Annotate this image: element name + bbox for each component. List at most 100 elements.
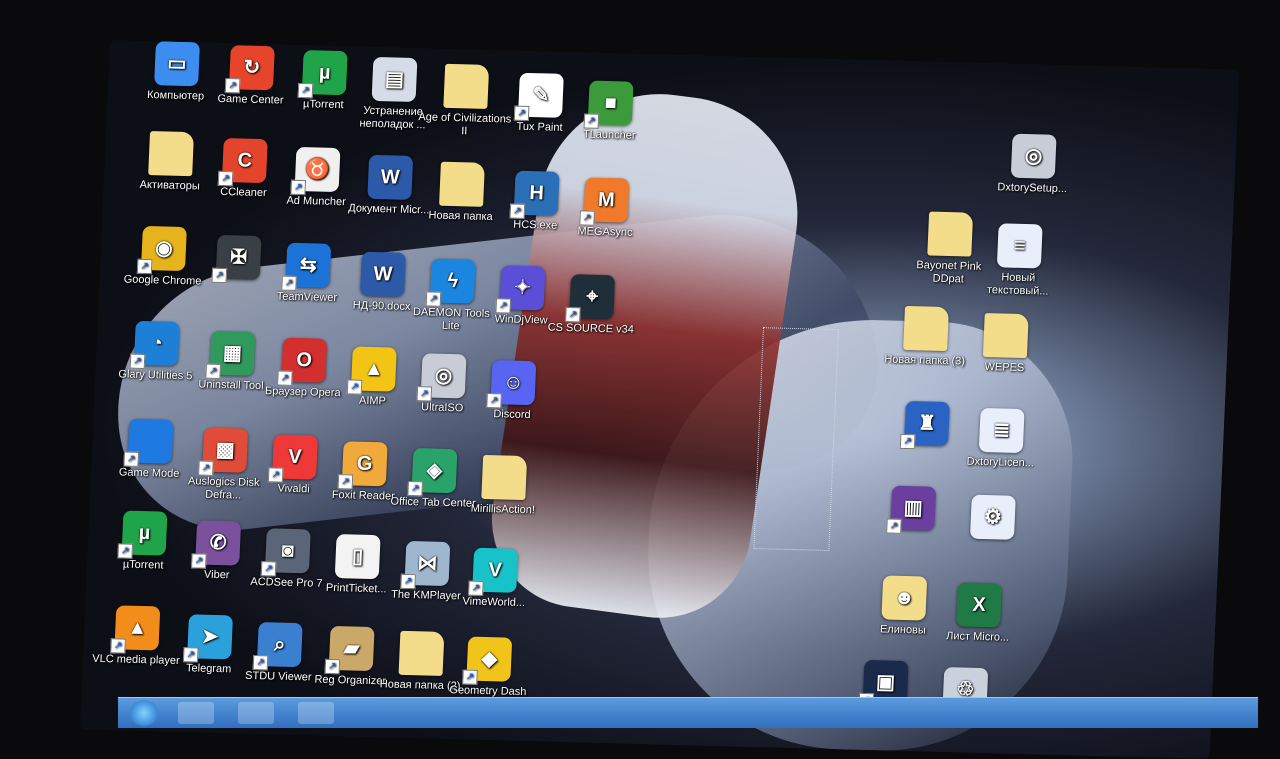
start-button[interactable]	[130, 700, 158, 726]
square-icon: ↗	[123, 418, 174, 467]
shortcut-arrow-icon: ↗	[182, 647, 199, 663]
taskbar	[118, 697, 1258, 728]
desktop-icon-label: µTorrent	[302, 98, 344, 112]
shortcut-arrow-icon: ↗	[136, 258, 153, 275]
desktop-icon-megasync[interactable]: M ↗ MEGAsync	[557, 177, 656, 240]
folder-icon	[927, 211, 974, 257]
vimeworld-icon: V ↗	[468, 547, 519, 596]
shortcut-arrow-icon: ↗	[565, 307, 581, 323]
folder-icon-symbol	[481, 455, 527, 500]
desktop-icon-dxtory-setup[interactable]: ◎ DxtorySetup...	[984, 133, 1083, 196]
desktop-icon-label: WinDjView	[494, 313, 548, 327]
shortcut-arrow-icon: ↗	[260, 561, 277, 577]
discord-icon: ☺ ↗	[486, 360, 537, 409]
user-folder-icon: ☻	[881, 575, 928, 621]
cs-icon: ⌖ ↗	[565, 274, 616, 323]
desktop-icon-tlauncher[interactable]: ■ ↗ TLauncher	[561, 80, 660, 143]
taskbar-item-media[interactable]	[298, 702, 334, 724]
folder-icon-symbol	[439, 162, 485, 207]
disc-icon: ◎ ↗	[416, 353, 467, 402]
shortcut-arrow-icon: ↗	[252, 654, 269, 671]
desktop-icon-config-doc[interactable]: ⚙	[944, 494, 1042, 544]
desktop-icon-cs-source[interactable]: ⌖ ↗ CS SOURCE v34	[543, 273, 642, 336]
settings-doc-icon: ⚙	[969, 494, 1016, 540]
window-icon: ▤	[371, 56, 418, 103]
desktop-icon-geometry-dash[interactable]: ◆ ↗ Geometry Dash	[440, 636, 539, 699]
text-doc-icon: ≡	[996, 223, 1043, 269]
minecraft-icon: ■ ↗	[583, 80, 634, 129]
shortcut-arrow-icon: ↗	[205, 363, 221, 380]
utorrent-icon: µ ↗	[297, 50, 348, 99]
blocks-icon: ▩ ↗	[198, 427, 249, 476]
kmplayer-icon: ⋈ ↗	[400, 540, 451, 590]
vivaldi-icon: V ↗	[267, 434, 318, 483]
shortcut-arrow-icon: ↗	[191, 553, 207, 569]
telegram-icon: ➤ ↗	[182, 614, 233, 663]
folder-icon	[903, 305, 950, 352]
desktop-icon-label: Ad Muncher	[286, 194, 347, 209]
winrar-icon: ▥ ↗	[886, 485, 937, 534]
reg-icon: ▰ ↗	[324, 625, 375, 675]
desktop-icon-label: CS SOURCE v34	[547, 321, 635, 336]
word-icon: W	[367, 154, 414, 200]
shortcut-arrow-icon: ↗	[337, 474, 354, 490]
desktop-icon-label: Viber	[203, 568, 230, 582]
desktop-icon-mirillis[interactable]: MirillisAction!	[455, 454, 554, 517]
folder-icon-symbol	[927, 212, 973, 257]
desktop-icon-vimeworld[interactable]: V ↗ VimeWorld...	[445, 547, 544, 610]
desktop-icon-wepes[interactable]: WEPES	[956, 312, 1055, 375]
shortcut-arrow-icon: ↗	[198, 460, 214, 476]
foxit-icon: G ↗	[337, 441, 388, 490]
desktop-icon-label: Активаторы	[139, 178, 200, 193]
shortcut-arrow-icon: ↗	[117, 543, 134, 559]
selection-rectangle	[753, 327, 839, 552]
shortcut-arrow-icon: ↗	[425, 291, 442, 307]
vlc-cone-icon: ▲ ↗	[110, 605, 161, 654]
shortcut-arrow-icon: ↗	[211, 267, 228, 284]
teamviewer-icon: ⇆ ↗	[281, 242, 332, 291]
user-folder-icon-symbol: ☻	[893, 586, 916, 609]
window-icon-symbol: ▤	[384, 67, 405, 91]
desktop-icon-label: DxtoryLicen...	[966, 455, 1035, 470]
computer-icon: ▭	[154, 41, 200, 87]
folder-icon-symbol	[903, 306, 949, 351]
opera-icon: O ↗	[277, 337, 328, 386]
folder-icon	[398, 630, 445, 676]
camera-icon: ◙ ↗	[260, 528, 311, 577]
djvu-icon: ✦ ↗	[495, 265, 546, 314]
taskbar-item-chrome[interactable]	[238, 702, 274, 724]
lightning-icon: ϟ ↗	[425, 258, 476, 307]
desktop-icon-excel-doc[interactable]: X Лист Micro...	[929, 582, 1028, 645]
tank-icon: ✠ ↗	[211, 234, 262, 284]
desktop-icon-dxtory-license[interactable]: ≣ DxtoryLicen...	[952, 407, 1051, 470]
desktop-screen: ▭ Компьютер ↻ ↗ Game Center µ ↗ µTorrent ▤ Устран…	[79, 40, 1240, 759]
shortcut-arrow-icon: ↗	[224, 78, 241, 94]
desktop-icon-new-text[interactable]: ≡ Новый текстовый...	[969, 223, 1068, 299]
desktop-icon-label: CCleaner	[219, 185, 267, 200]
folder-icon-symbol	[983, 313, 1029, 358]
aimp-icon: ▲ ↗	[346, 346, 397, 395]
shortcut-arrow-icon: ↗	[509, 203, 526, 219]
shortcut-arrow-icon: ↗	[495, 298, 512, 314]
folder-icon	[148, 131, 195, 177]
shortcut-arrow-icon: ↗	[468, 580, 484, 596]
folder-icon	[443, 63, 490, 109]
folder-icon-symbol	[148, 131, 194, 176]
taskbar-item-explorer[interactable]	[178, 702, 214, 724]
desktop-icon-label: Новая папка	[428, 209, 493, 224]
shortcut-arrow-icon: ↗	[297, 82, 314, 99]
shortcut-arrow-icon: ↗	[899, 433, 916, 450]
officetab-icon: ◈ ↗	[407, 448, 458, 497]
geometry-icon: ◆ ↗	[462, 636, 513, 685]
shortcut-arrow-icon: ↗	[290, 179, 307, 196]
chrome-doc-icon-symbol: ▯	[351, 545, 364, 568]
shortcut-arrow-icon: ↗	[123, 451, 140, 467]
desktop-icon-label: Лист Micro...	[945, 630, 1010, 644]
desktop-icon-discord[interactable]: ☺ ↗ Discord	[464, 359, 563, 422]
desktop-icon-label: µTorrent	[122, 558, 164, 572]
shortcut-arrow-icon: ↗	[346, 379, 363, 395]
desktop-icon-label: HCS.exe	[512, 218, 558, 232]
shortcut-arrow-icon: ↗	[281, 275, 297, 291]
folder-icon-symbol	[399, 631, 445, 676]
shortcut-arrow-icon: ↗	[513, 105, 530, 121]
